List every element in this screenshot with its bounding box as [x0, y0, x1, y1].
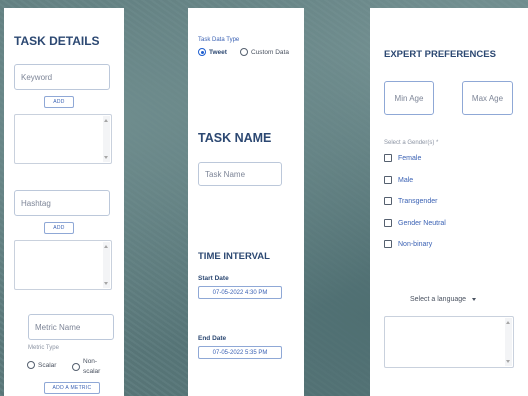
radio-icon[interactable]: [27, 361, 35, 369]
data-type-tweet-radio[interactable]: Tweet: [198, 48, 227, 56]
metric-type-nonscalar-label: Non-scalar: [83, 358, 101, 375]
radio-icon[interactable]: [240, 48, 248, 56]
keyword-input[interactable]: [14, 64, 110, 90]
gender-neutral-label: Gender Neutral: [398, 219, 446, 227]
scroll-down-icon[interactable]: [104, 282, 108, 285]
scroll-down-icon[interactable]: [506, 360, 510, 363]
expert-preferences-title: EXPERT PREFERENCES: [384, 49, 496, 60]
add-hashtag-button[interactable]: ADD: [44, 222, 74, 234]
checkbox-icon[interactable]: [384, 240, 392, 248]
start-date-label: Start Date: [198, 275, 229, 282]
gender-female-checkbox[interactable]: Female: [384, 154, 421, 162]
keywords-scrollbar[interactable]: [103, 116, 110, 162]
gender-male-label: Male: [398, 176, 414, 184]
scroll-up-icon[interactable]: [104, 245, 108, 248]
hashtags-scrollbar[interactable]: [103, 242, 110, 288]
metric-type-scalar-label: Scalar: [38, 361, 57, 369]
gender-transgender-label: Transgender: [398, 197, 438, 205]
expert-preferences-panel: EXPERT PREFERENCES Select a Gender(s) * …: [370, 8, 528, 396]
radio-selected-icon[interactable]: [198, 48, 206, 56]
task-setup-panel: Task Data Type Tweet Custom Data TASK NA…: [188, 8, 304, 396]
scroll-up-icon[interactable]: [104, 119, 108, 122]
task-details-title: TASK DETAILS: [14, 34, 100, 48]
min-age-input-field[interactable]: [385, 93, 433, 103]
metric-type-nonscalar-radio[interactable]: Non-scalar: [72, 357, 105, 377]
checkbox-icon[interactable]: [384, 219, 392, 227]
gender-male-checkbox[interactable]: Male: [384, 176, 413, 184]
add-keyword-button[interactable]: ADD: [44, 96, 74, 108]
task-details-panel: TASK DETAILS ADD ADD Metric Type Scalar …: [4, 8, 124, 396]
time-interval-title: TIME INTERVAL: [198, 251, 270, 262]
gender-label: Select a Gender(s) *: [384, 140, 439, 146]
chevron-down-icon[interactable]: [472, 298, 477, 301]
gender-female-label: Female: [398, 154, 422, 162]
scroll-down-icon[interactable]: [104, 156, 108, 159]
gender-nonbinary-checkbox[interactable]: Non-binary: [384, 240, 432, 248]
gender-nonbinary-label: Non-binary: [398, 240, 433, 248]
max-age-input[interactable]: [462, 81, 513, 115]
task-name-input-field[interactable]: [205, 169, 281, 179]
task-data-type-label: Task Data Type: [198, 37, 240, 43]
hashtag-input-field[interactable]: [21, 198, 109, 208]
checkbox-icon[interactable]: [384, 154, 392, 162]
min-age-input[interactable]: [384, 81, 434, 115]
task-name-title: TASK NAME: [198, 131, 272, 145]
language-select-label: Select a language: [410, 296, 467, 303]
data-type-tweet-label: Tweet: [209, 48, 227, 56]
task-name-input[interactable]: [198, 162, 282, 186]
metric-name-input[interactable]: [28, 314, 114, 340]
metric-name-input-field[interactable]: [35, 322, 113, 332]
gender-transgender-checkbox[interactable]: Transgender: [384, 197, 437, 205]
data-type-custom-radio[interactable]: Custom Data: [240, 48, 289, 56]
max-age-input-field[interactable]: [463, 93, 512, 103]
languages-scrollbar[interactable]: [505, 318, 512, 366]
metric-type-scalar-radio[interactable]: Scalar: [27, 361, 56, 369]
end-date-label: End Date: [198, 335, 227, 342]
scroll-up-icon[interactable]: [506, 321, 510, 324]
keyword-input-field[interactable]: [21, 72, 109, 82]
data-type-custom-label: Custom Data: [251, 48, 289, 56]
keywords-textarea[interactable]: [14, 114, 112, 164]
checkbox-icon[interactable]: [384, 197, 392, 205]
hashtags-textarea[interactable]: [14, 240, 112, 290]
end-date-picker[interactable]: 07-05-2022 5:35 PM: [198, 346, 282, 359]
hashtag-input[interactable]: [14, 190, 110, 216]
language-select[interactable]: Select a language: [410, 296, 477, 303]
add-metric-button[interactable]: ADD A METRIC: [44, 382, 100, 394]
metric-type-label: Metric Type: [28, 345, 59, 351]
start-date-picker[interactable]: 07-05-2022 4:30 PM: [198, 286, 282, 299]
checkbox-icon[interactable]: [384, 176, 392, 184]
gender-neutral-checkbox[interactable]: Gender Neutral: [384, 219, 446, 227]
languages-textarea[interactable]: [384, 316, 514, 368]
radio-icon[interactable]: [72, 363, 80, 371]
